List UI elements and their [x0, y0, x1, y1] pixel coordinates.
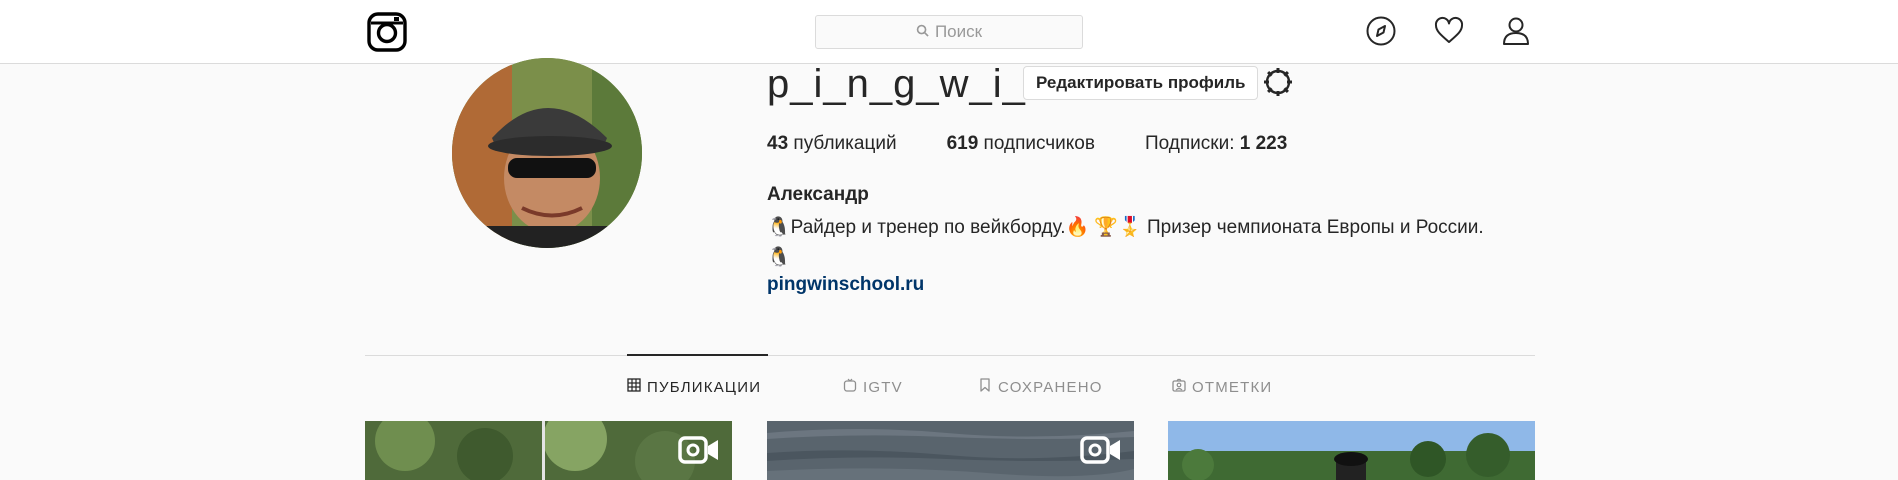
followers-stat[interactable]: 619 подписчиков [947, 133, 1095, 155]
following-count: 1 223 [1239, 133, 1288, 154]
compass-icon[interactable] [1365, 15, 1397, 47]
post-thumbnail[interactable] [1168, 421, 1535, 480]
tab-posts-label: ПУБЛИКАЦИИ [647, 378, 762, 396]
search-input[interactable]: Поиск [815, 15, 1083, 49]
top-navigation-bar: Поиск [0, 0, 1898, 64]
instagram-logo-icon[interactable] [367, 12, 407, 52]
profile-bio-line: 🐧Райдер и тренер по вейкборду.🔥 🏆🎖️ Приз… [767, 217, 1484, 238]
followers-label: подписчиков [983, 133, 1095, 154]
posts-count-stat: 43 публикаций [767, 133, 897, 155]
video-camera-icon [1080, 435, 1122, 465]
profile-stats: 43 публикаций 619 подписчиков Подписки: … [767, 133, 1337, 155]
igtv-icon [843, 378, 857, 396]
followers-count: 619 [946, 133, 979, 154]
heart-icon[interactable] [1433, 15, 1465, 47]
tagged-icon [1172, 378, 1186, 396]
profile-bio-line-2: 🐧 [767, 247, 791, 268]
video-camera-icon [678, 435, 720, 465]
tab-tagged[interactable]: ОТМЕТКИ [1172, 378, 1272, 396]
edit-profile-button[interactable]: Редактировать профиль [1023, 66, 1259, 100]
following-label: Подписки: [1144, 133, 1235, 154]
profile-website-link[interactable]: pingwinschool.ru [767, 274, 924, 296]
profile-username: p_i_n_g_w_i_n [767, 62, 1050, 106]
post-thumbnail[interactable] [365, 421, 732, 480]
tab-igtv[interactable]: IGTV [843, 378, 903, 396]
posts-count: 43 [767, 133, 789, 154]
tabs-divider [365, 355, 1535, 356]
profile-avatar[interactable] [452, 58, 642, 248]
tab-tagged-label: ОТМЕТКИ [1192, 378, 1273, 396]
grid-icon [627, 378, 641, 396]
active-tab-indicator [627, 354, 768, 356]
tab-saved[interactable]: СОХРАНЕНО [978, 378, 1103, 396]
tab-saved-label: СОХРАНЕНО [998, 378, 1103, 396]
posts-label: публикаций [793, 133, 897, 154]
post-thumbnail[interactable] [767, 421, 1134, 480]
tab-igtv-label: IGTV [863, 378, 903, 396]
following-stat[interactable]: Подписки: 1 223 [1145, 133, 1287, 155]
tab-posts[interactable]: ПУБЛИКАЦИИ [627, 378, 761, 396]
gear-icon[interactable] [1262, 66, 1294, 98]
search-placeholder: Поиск [934, 22, 983, 41]
search-icon [916, 22, 929, 42]
profile-full-name: Александр [767, 184, 869, 205]
bookmark-icon [978, 378, 992, 396]
user-icon[interactable] [1500, 15, 1532, 47]
